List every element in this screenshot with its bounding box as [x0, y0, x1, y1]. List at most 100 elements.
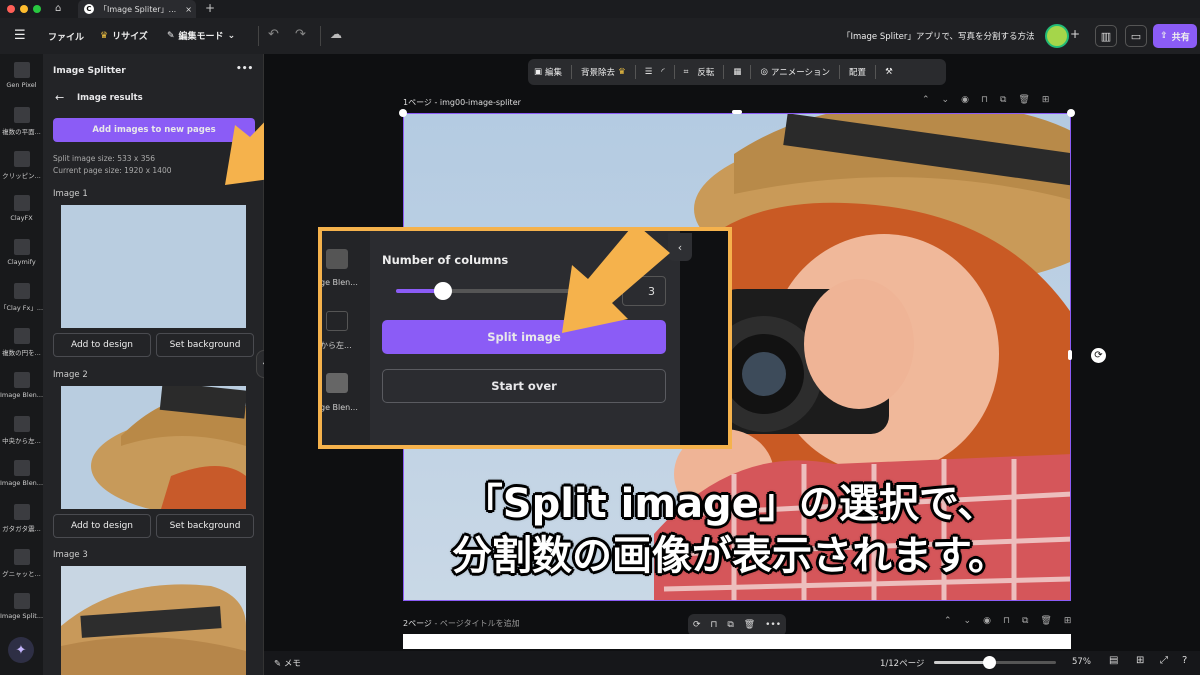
redo-icon[interactable]: ↷ — [295, 27, 306, 42]
rail-app-item[interactable]: Gen Pixel — [0, 62, 43, 89]
page-1-title[interactable]: 1ページ - img00-image-spliter — [403, 97, 521, 108]
move-page-down-icon[interactable]: ⌄ — [942, 95, 950, 105]
image-results-heading: Image results — [77, 93, 143, 103]
tab-close-icon[interactable]: × — [185, 5, 192, 14]
callout-rail: ge Blen... から左... ge Blen... — [322, 231, 370, 445]
chevron-down-icon: ⌄ — [227, 30, 236, 41]
hide-page-icon[interactable]: ◉ — [983, 616, 991, 626]
rail-app-item[interactable]: Image Blen... — [0, 372, 43, 399]
tutorial-caption: 「Split image」の選択で、 分割数の画像が表示されます。 — [300, 478, 1160, 582]
tab-title: 「Image Spliter」... — [99, 4, 177, 14]
image-2-thumbnail[interactable] — [61, 386, 246, 509]
apps-rail — [0, 54, 43, 675]
more-options-icon[interactable]: ••• — [236, 64, 253, 74]
file-menu[interactable]: ファイル — [48, 30, 84, 43]
rail-app-item[interactable]: 「Clay Fx」... — [0, 283, 43, 312]
notes-button[interactable]: ✎ メモ — [274, 657, 301, 669]
page-counter[interactable]: 1/12ページ — [880, 657, 924, 669]
page-2-title[interactable]: 2ページ - ページタイトルを追加 — [403, 618, 520, 629]
rail-app-item[interactable]: グニャッと... — [0, 549, 43, 578]
delete-page-icon[interactable]: 🗑 — [1040, 616, 1051, 626]
move-page-down-icon[interactable]: ⌄ — [964, 616, 972, 626]
zoom-slider[interactable] — [934, 656, 1056, 669]
close-window-icon[interactable] — [7, 5, 15, 13]
corner-rounding-icon[interactable]: ◜ — [661, 67, 664, 77]
new-tab-icon[interactable]: + — [205, 1, 215, 15]
add-page-icon[interactable]: ⊞ — [1042, 95, 1050, 105]
comment-icon[interactable]: ▭ — [1125, 25, 1147, 47]
zoom-slider-knob[interactable] — [982, 656, 996, 669]
maximize-window-icon[interactable] — [33, 5, 41, 13]
duplicate-page-icon[interactable]: ⧉ — [1000, 95, 1006, 105]
columns-slider[interactable] — [396, 282, 576, 300]
move-page-up-icon[interactable]: ⌃ — [944, 616, 952, 626]
rail-app-item[interactable]: Image Blen... — [0, 460, 43, 487]
back-arrow-icon[interactable]: ← — [55, 91, 64, 104]
rail-app-item[interactable]: 中央から左... — [0, 416, 43, 445]
set-background-button[interactable]: Set background — [156, 514, 254, 538]
add-collaborator-icon[interactable]: + — [1070, 27, 1080, 41]
zoom-level[interactable]: 57% — [1072, 657, 1091, 667]
resize-handle[interactable] — [1068, 350, 1072, 360]
add-to-design-button[interactable]: Add to design — [53, 514, 151, 538]
image-3-thumbnail[interactable] — [61, 566, 246, 675]
rail-app-item[interactable]: Claymify — [0, 239, 43, 266]
resize-handle[interactable] — [1067, 109, 1075, 117]
animation-button[interactable]: ◎ アニメーション — [760, 66, 830, 78]
resize-handle[interactable] — [732, 110, 742, 114]
crop-icon[interactable]: ⌗ — [684, 67, 689, 77]
columns-slider-knob[interactable] — [433, 282, 452, 300]
set-background-button[interactable]: Set background — [156, 333, 254, 357]
page-grid-icon[interactable]: ▤ — [1109, 655, 1118, 666]
rail-app-item[interactable]: 複数の平面... — [0, 107, 43, 136]
share-button[interactable]: ⇪ 共有 — [1153, 24, 1197, 48]
arrange-button[interactable]: 配置 — [849, 66, 866, 78]
home-icon[interactable]: ⌂ — [55, 3, 61, 14]
rail-app-item[interactable]: 複数の円を... — [0, 328, 43, 357]
refresh-icon[interactable]: ⟳ — [693, 620, 701, 630]
resize-handle[interactable] — [399, 109, 407, 117]
rail-app-item[interactable]: Image Split... — [0, 593, 43, 620]
cloud-save-icon[interactable]: ☁ — [330, 27, 342, 41]
paint-format-icon[interactable]: ⚒ — [885, 67, 893, 77]
add-to-design-button[interactable]: Add to design — [53, 333, 151, 357]
user-avatar[interactable] — [1045, 24, 1069, 48]
background-remove-button[interactable]: 背景除去 ♛ — [581, 66, 626, 78]
resize-menu[interactable]: ♛ リサイズ — [100, 29, 148, 43]
lock-page-icon[interactable]: ⊓ — [981, 95, 988, 105]
add-page-icon[interactable]: ⊞ — [1064, 616, 1072, 626]
magic-sparkle-icon[interactable]: ✦ — [8, 637, 34, 663]
fullscreen-icon[interactable]: ⤢ — [1160, 655, 1168, 666]
help-icon[interactable]: ? — [1182, 655, 1187, 666]
move-page-up-icon[interactable]: ⌃ — [922, 95, 930, 105]
delete-page-icon[interactable]: 🗑 — [1018, 95, 1029, 105]
duplicate-icon[interactable]: ⧉ — [727, 620, 733, 630]
rail-app-item[interactable]: ガタガタ震... — [0, 504, 43, 533]
rail-app-item[interactable]: クリッピン... — [0, 151, 43, 180]
edit-image-button[interactable]: ▣ 編集 — [534, 66, 562, 78]
image-1-thumbnail[interactable] — [61, 205, 246, 328]
insights-icon[interactable]: ▥ — [1095, 25, 1117, 47]
start-over-button[interactable]: Start over — [382, 369, 666, 403]
delete-icon[interactable]: 🗑 — [744, 620, 755, 630]
grid-view-icon[interactable]: ⊞ — [1136, 655, 1144, 666]
hide-page-icon[interactable]: ◉ — [961, 95, 969, 105]
border-style-icon[interactable]: ☰ — [645, 67, 653, 77]
callout-canvas-edge — [680, 231, 728, 445]
rail-app-item[interactable]: ClayFX — [0, 195, 43, 222]
lock-page-icon[interactable]: ⊓ — [1003, 616, 1010, 626]
browser-tab[interactable]: C 「Image Spliter」... × — [78, 0, 196, 18]
undo-icon[interactable]: ↶ — [268, 27, 279, 42]
more-icon[interactable]: ••• — [765, 620, 781, 630]
rotate-icon[interactable]: ⟳ — [1091, 348, 1106, 363]
edit-mode-menu[interactable]: ✎ 編集モード ⌄ — [167, 29, 236, 43]
transparency-icon[interactable]: ▦ — [733, 67, 741, 77]
minimize-window-icon[interactable] — [20, 5, 28, 13]
menu-icon[interactable]: ☰ — [14, 28, 26, 43]
flip-button[interactable]: 反転 — [697, 66, 714, 78]
page-2-canvas[interactable] — [403, 634, 1071, 649]
duplicate-page-icon[interactable]: ⧉ — [1022, 616, 1028, 626]
window-titlebar: ⌂ C 「Image Spliter」... × + — [0, 0, 1200, 18]
document-title[interactable]: 「Image Spliter」アプリで、写真を分割する方法 — [842, 30, 1035, 42]
lock-icon[interactable]: ⊓ — [710, 620, 717, 630]
